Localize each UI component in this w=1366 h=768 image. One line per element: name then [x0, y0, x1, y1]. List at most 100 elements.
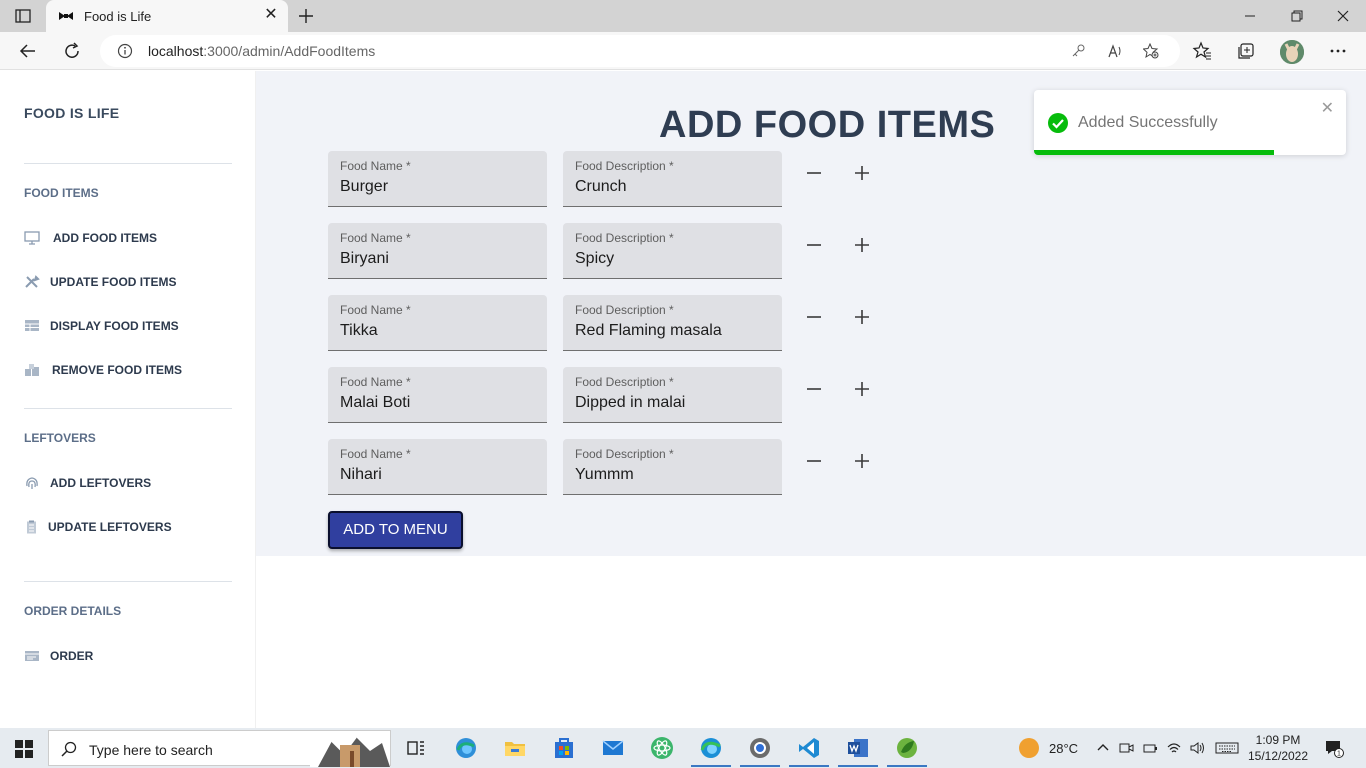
url-field[interactable]: localhost:3000/admin/AddFoodItems [100, 35, 1180, 67]
add-favorite-icon[interactable] [1143, 43, 1159, 59]
active-app-indicator [789, 765, 829, 767]
chrome-like-icon[interactable] [748, 736, 772, 760]
table-icon [25, 320, 39, 331]
keyboard-icon[interactable] [1215, 740, 1239, 756]
page-title: ADD FOOD ITEMS [659, 104, 996, 146]
remove-row-icon[interactable] [800, 373, 828, 401]
meet-now-icon[interactable] [1118, 740, 1134, 756]
clipboard-icon [27, 520, 36, 534]
active-app-indicator [887, 765, 927, 767]
info-icon[interactable] [117, 43, 133, 59]
restore-icon[interactable] [1289, 8, 1305, 24]
new-tab-icon[interactable] [296, 6, 316, 26]
food-name-field[interactable]: Food Name * Nihari [328, 439, 547, 495]
system-clock[interactable]: 1:09 PM 15/12/2022 [1246, 732, 1310, 764]
tools-icon [25, 275, 40, 288]
add-row-icon[interactable] [848, 301, 876, 329]
close-toast-icon[interactable]: ✕ [1321, 98, 1334, 118]
card-icon [25, 651, 39, 661]
weather-icon[interactable] [1019, 738, 1039, 758]
spring-tool-icon[interactable] [895, 736, 919, 760]
mail-icon[interactable] [601, 736, 625, 760]
food-description-field[interactable]: Food Description * Dipped in malai [563, 367, 782, 423]
field-value: Biryani [340, 250, 389, 267]
profile-avatar[interactable] [1280, 40, 1304, 64]
minimize-icon[interactable] [1242, 8, 1258, 24]
store-icon[interactable] [552, 736, 576, 760]
more-options-icon[interactable] [1328, 41, 1348, 61]
food-name-field[interactable]: Food Name * Biryani [328, 223, 547, 279]
food-description-field[interactable]: Food Description * Red Flaming masala [563, 295, 782, 351]
sidebar-item-update-leftovers[interactable]: UPDATE LEFTOVERS [24, 517, 172, 537]
file-explorer-icon[interactable] [503, 736, 527, 760]
edge-beta-icon[interactable] [454, 736, 478, 760]
read-aloud-icon[interactable] [1107, 43, 1123, 59]
sidebar-item-label: ADD FOOD ITEMS [53, 231, 157, 245]
back-arrow-icon[interactable] [18, 41, 38, 61]
volume-icon[interactable] [1189, 740, 1205, 756]
sidebar-item-display-food-items[interactable]: DISPLAY FOOD ITEMS [24, 316, 179, 336]
add-to-menu-button[interactable]: ADD TO MENU [328, 511, 463, 549]
edge-icon[interactable] [699, 736, 723, 760]
sidebar: FOOD IS LIFE FOOD ITEMS ADD FOOD ITEMS U… [0, 71, 256, 728]
sidebar-item-add-leftovers[interactable]: ADD LEFTOVERS [24, 473, 151, 493]
remove-row-icon[interactable] [800, 157, 828, 185]
address-bar-row: localhost:3000/admin/AddFoodItems [0, 32, 1366, 70]
bowtie-icon [59, 12, 73, 20]
browser-tab-strip: Food is Life ✕ [0, 0, 1366, 32]
key-icon[interactable] [1070, 43, 1086, 59]
sidebar-item-order[interactable]: ORDER [24, 646, 93, 666]
sidebar-divider [24, 163, 232, 164]
battery-icon[interactable] [1142, 740, 1158, 756]
field-value: Malai Boti [340, 394, 411, 411]
refresh-icon[interactable] [62, 41, 82, 61]
tab-actions-icon[interactable] [15, 8, 31, 24]
remove-row-icon[interactable] [800, 301, 828, 329]
food-description-field[interactable]: Food Description * Spicy [563, 223, 782, 279]
favorites-icon[interactable] [1192, 41, 1212, 61]
field-label: Food Description * [575, 303, 674, 317]
sidebar-item-label: REMOVE FOOD ITEMS [52, 363, 183, 377]
word-icon[interactable] [846, 736, 870, 760]
remove-row-icon[interactable] [800, 445, 828, 473]
monitor-icon [24, 231, 40, 245]
field-label: Food Name * [340, 447, 411, 461]
tab-title: Food is Life [84, 8, 152, 24]
page: FOOD IS LIFE FOOD ITEMS ADD FOOD ITEMS U… [0, 71, 1366, 728]
food-description-field[interactable]: Food Description * Crunch [563, 151, 782, 207]
sidebar-item-remove-food-items[interactable]: REMOVE FOOD ITEMS [24, 360, 182, 380]
remove-row-icon[interactable] [800, 229, 828, 257]
vscode-icon[interactable] [797, 736, 821, 760]
field-label: Food Description * [575, 375, 674, 389]
windows-start-icon[interactable] [15, 740, 33, 758]
sidebar-divider [24, 581, 232, 582]
browser-tab[interactable]: Food is Life ✕ [46, 0, 288, 32]
chevron-up-icon[interactable] [1095, 740, 1111, 756]
food-name-field[interactable]: Food Name * Malai Boti [328, 367, 547, 423]
field-value: Tikka [340, 322, 378, 339]
add-row-icon[interactable] [848, 229, 876, 257]
food-name-field[interactable]: Food Name * Tikka [328, 295, 547, 351]
close-tab-icon[interactable]: ✕ [264, 7, 278, 23]
close-window-icon[interactable] [1335, 8, 1351, 24]
active-app-indicator [740, 765, 780, 767]
food-description-field[interactable]: Food Description * Yummm [563, 439, 782, 495]
add-row-icon[interactable] [848, 373, 876, 401]
add-row-icon[interactable] [848, 157, 876, 185]
url-host: localhost [148, 43, 204, 59]
notification-center-icon[interactable]: 1 [1324, 738, 1344, 758]
sidebar-item-update-food-items[interactable]: UPDATE FOOD ITEMS [24, 272, 176, 292]
search-icon [61, 741, 77, 757]
atom-icon[interactable] [650, 736, 674, 760]
collections-icon[interactable] [1236, 41, 1256, 61]
sidebar-item-label: UPDATE LEFTOVERS [48, 520, 172, 534]
taskbar-search-box[interactable]: Type here to search [48, 730, 391, 767]
url-text: localhost:3000/admin/AddFoodItems [148, 43, 375, 59]
section-title-order-details: ORDER DETAILS [24, 604, 122, 618]
food-name-field[interactable]: Food Name * Burger [328, 151, 547, 207]
add-row-icon[interactable] [848, 445, 876, 473]
sidebar-item-add-food-items[interactable]: ADD FOOD ITEMS [24, 228, 157, 248]
active-app-indicator [691, 765, 731, 767]
task-view-icon[interactable] [404, 736, 428, 760]
wifi-icon[interactable] [1166, 740, 1182, 756]
